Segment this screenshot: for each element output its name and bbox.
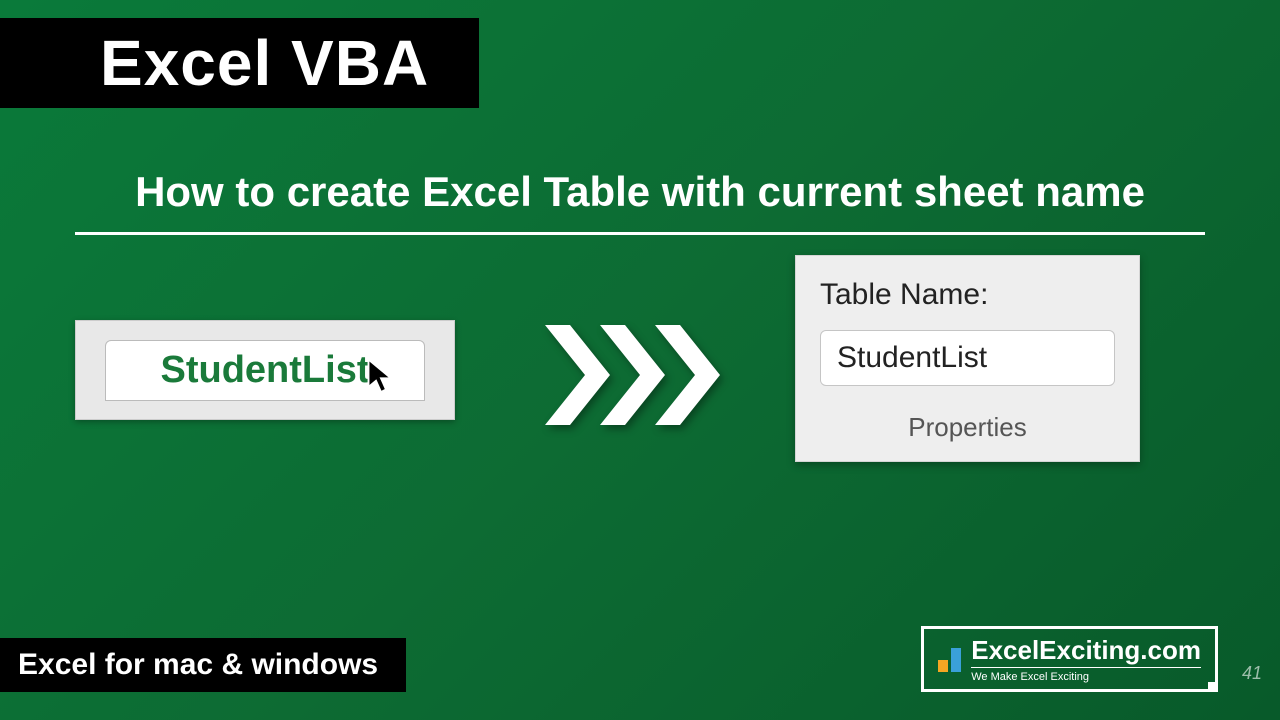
brand-box: ExcelExciting.com We Make Excel Exciting: [921, 626, 1218, 692]
arrow-icon: [540, 320, 720, 430]
page-number: 41: [1242, 663, 1262, 684]
sheet-tab[interactable]: StudentList: [105, 340, 425, 401]
sheet-tab-label: StudentList: [161, 349, 370, 392]
brand-logo-icon: [938, 648, 961, 672]
brand-name: ExcelExciting.com: [971, 637, 1201, 663]
platform-bar: Excel for mac & windows: [0, 638, 406, 692]
brand-tagline: We Make Excel Exciting: [971, 667, 1201, 683]
title-bar: Excel VBA: [0, 18, 479, 108]
subtitle: How to create Excel Table with current s…: [75, 168, 1205, 235]
panel-section-label: Properties: [820, 412, 1115, 443]
table-name-label: Table Name:: [820, 278, 1115, 312]
platform-text: Excel for mac & windows: [18, 648, 378, 682]
table-name-input[interactable]: [820, 330, 1115, 386]
sheet-tab-widget: StudentList: [75, 320, 455, 420]
properties-panel: Table Name: Properties: [795, 255, 1140, 462]
cursor-icon: [366, 357, 396, 406]
page-title: Excel VBA: [100, 26, 429, 100]
